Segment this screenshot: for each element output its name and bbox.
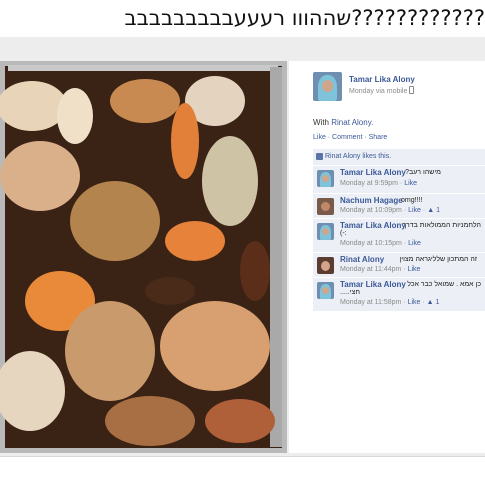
post-actions[interactable]: Like · Comment · Share — [313, 134, 387, 141]
thumbs-up-icon — [316, 153, 323, 160]
page-title: שההווו רעעעבבבבבבבבב???????????? — [124, 6, 485, 30]
comment-like-link[interactable]: Like — [408, 207, 421, 214]
commenter-avatar[interactable] — [317, 257, 334, 274]
comment-time: Monday at 9:59pm — [340, 180, 398, 187]
comment-like-link[interactable]: Like — [408, 240, 421, 247]
comment-meta: Monday at 9:59pm · Like — [340, 180, 418, 187]
author-avatar[interactable] — [313, 72, 342, 101]
post-author[interactable]: Tamar Lika Alony — [349, 75, 415, 84]
with-prefix: With — [313, 118, 329, 127]
commenter-avatar[interactable] — [317, 198, 334, 215]
comment-text-line2: חצי..... — [340, 289, 360, 296]
comment-time: Monday at 10:15pm — [340, 240, 402, 247]
comment-author[interactable]: Rinat Alony — [340, 255, 384, 264]
comment-text-line2: (-: — [340, 230, 347, 237]
comment-item: Tamar Lika Alony הלחמניות הממולאות בדרך … — [313, 218, 485, 253]
comment-author[interactable]: Tamar Lika Alony — [340, 221, 406, 230]
comment-time: Monday at 11:58pm — [340, 299, 402, 306]
post-meta: Monday via mobile — [349, 86, 415, 95]
comment-author[interactable]: Tamar Lika Alony — [340, 280, 406, 289]
comment-meta: Monday at 10:15pm · Like — [340, 240, 421, 247]
comment-text: כן אמא . שמואל כבר אכל — [407, 281, 481, 288]
comment-like-link[interactable]: Like — [408, 266, 421, 273]
divider — [0, 456, 485, 457]
post-meta-text: Monday via mobile — [349, 88, 408, 95]
comment-like-count[interactable]: 1 — [436, 299, 440, 306]
thumbs-up-icon: ▲ — [426, 299, 434, 306]
comment-like-count[interactable]: 1 — [436, 207, 440, 214]
comment-item: Tamar Lika Alony מישהו רעב? Monday at 9:… — [313, 165, 485, 194]
comment-text: זה המתכון שלליגראה מצוין — [399, 256, 477, 263]
commenter-avatar[interactable] — [317, 170, 334, 187]
post-with: With Rinat Alony. — [313, 118, 373, 127]
comment-like-link[interactable]: Like — [408, 299, 421, 306]
comment-text: omg!!!! — [401, 197, 423, 204]
comment-meta: Monday at 11:44pm · Like — [340, 266, 421, 273]
comment-item: Tamar Lika Alony כן אמא . שמואל כבר אכל … — [313, 277, 485, 311]
thumbs-up-icon: ▲ — [427, 207, 435, 214]
comment-meta: Monday at 11:58pm · Like · ▲ 1 — [340, 299, 440, 306]
comments-panel: Tamar Lika Alony Monday via mobile With … — [289, 61, 485, 453]
comment-time: Monday at 10:09pm — [340, 207, 402, 214]
food-tray-image — [0, 61, 287, 453]
comment-author[interactable]: Nachum Hagage — [340, 196, 403, 205]
likes-row: Rinat Alony likes this. — [313, 149, 485, 165]
post-photo[interactable] — [0, 61, 287, 453]
comment-author[interactable]: Tamar Lika Alony — [340, 168, 406, 177]
comment-item: Rinat Alony זה המתכון שלליגראה מצוין Mon… — [313, 252, 485, 278]
comment-text: הלחמניות הממולאות בדרך — [402, 222, 481, 229]
comment-text: מישהו רעב? — [405, 169, 441, 176]
comment-meta: Monday at 10:09pm · Like · ▲ 1 — [340, 207, 440, 214]
likes-text[interactable]: Rinat Alony likes this. — [325, 153, 391, 160]
comment-time: Monday at 11:44pm — [340, 266, 402, 273]
with-name-link[interactable]: Rinat Alony. — [331, 118, 373, 127]
comment-like-link[interactable]: Like — [404, 180, 417, 187]
mobile-icon — [409, 86, 415, 94]
commenter-avatar[interactable] — [317, 282, 334, 299]
commenter-avatar[interactable] — [317, 223, 334, 240]
comment-item: Nachum Hagage omg!!!! Monday at 10:09pm … — [313, 193, 485, 219]
